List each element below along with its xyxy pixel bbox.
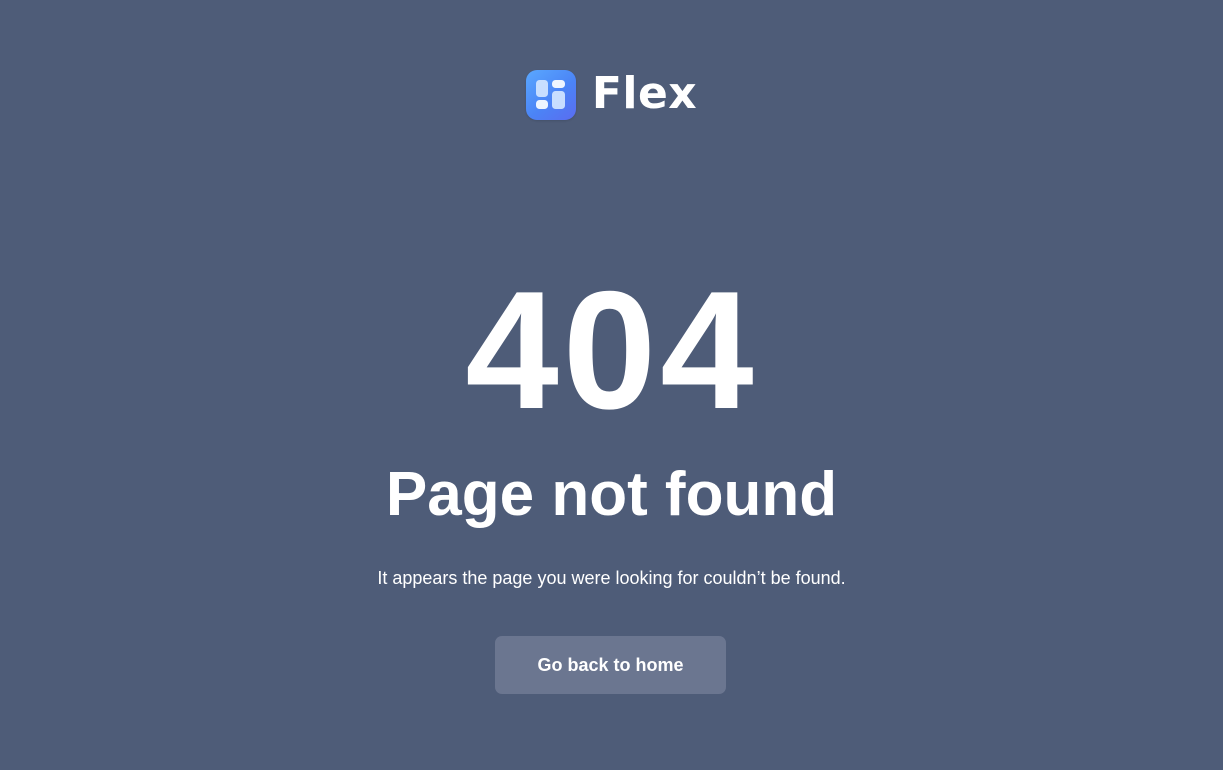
go-home-button[interactable]: Go back to home [495, 636, 726, 694]
brand-name: Flex [591, 68, 698, 119]
error-code: 404 [465, 256, 758, 444]
page-title: Page not found [385, 460, 838, 529]
flex-logo-icon [525, 70, 576, 120]
error-message: It appears the page you were looking for… [377, 568, 846, 588]
brand-header: Flex [0, 68, 1223, 122]
not-found-page: Flex 404 Page not found It appears the p… [0, 0, 1223, 770]
